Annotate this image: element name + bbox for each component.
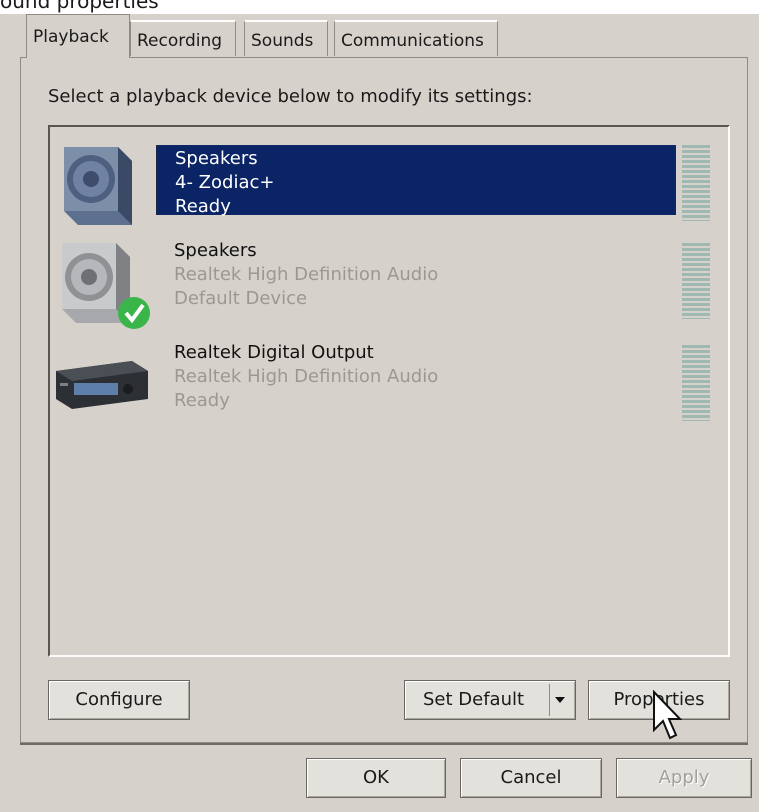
cancel-button[interactable]: Cancel xyxy=(460,758,602,798)
device-status: Default Device xyxy=(174,288,308,309)
speaker-default-icon xyxy=(62,243,150,329)
mouse-cursor-icon xyxy=(653,690,682,740)
configure-button[interactable]: Configure xyxy=(48,680,190,720)
tab-playback[interactable]: Playback xyxy=(26,14,130,58)
device-list[interactable]: Speakers 4- Zodiac+ Ready Speakers Realt… xyxy=(48,125,730,657)
panel-divider xyxy=(20,743,748,745)
tab-communications[interactable]: Communications xyxy=(334,20,498,56)
device-row-digital-output[interactable]: Realtek Digital Output Realtek High Defi… xyxy=(50,341,728,441)
set-default-label: Set Default xyxy=(423,689,525,710)
device-label: Realtek Digital Output Realtek High Defi… xyxy=(174,341,438,413)
device-description: Realtek High Definition Audio xyxy=(174,366,439,387)
ok-button[interactable]: OK xyxy=(306,758,446,798)
instruction-text: Select a playback device below to modify… xyxy=(48,86,533,107)
chevron-down-icon[interactable] xyxy=(555,697,565,703)
device-name: Realtek Digital Output xyxy=(174,342,374,363)
device-name: Speakers xyxy=(175,148,258,169)
device-label: Speakers Realtek High Definition Audio D… xyxy=(174,239,438,311)
digital-output-icon xyxy=(56,361,148,409)
device-name: Speakers xyxy=(174,240,257,261)
device-description: 4- Zodiac+ xyxy=(175,172,275,193)
device-status: Ready xyxy=(175,196,231,217)
set-default-button[interactable]: Set Default xyxy=(404,680,576,720)
device-row-speakers-zodiac[interactable]: Speakers 4- Zodiac+ Ready xyxy=(50,145,728,245)
split-divider xyxy=(549,684,550,716)
volume-level-meter xyxy=(682,345,710,421)
tab-recording[interactable]: Recording xyxy=(130,20,236,56)
speaker-icon xyxy=(64,147,132,225)
window-title: ound properties xyxy=(0,0,159,13)
device-status: Ready xyxy=(174,390,230,411)
apply-button[interactable]: Apply xyxy=(616,758,752,798)
volume-level-meter xyxy=(682,145,710,221)
volume-level-meter xyxy=(682,243,710,319)
title-bar-strip: ound properties xyxy=(0,0,759,14)
device-row-speakers-realtek[interactable]: Speakers Realtek High Definition Audio D… xyxy=(50,239,728,339)
device-label: Speakers 4- Zodiac+ Ready xyxy=(156,145,676,217)
tab-sounds[interactable]: Sounds xyxy=(244,20,328,56)
device-description: Realtek High Definition Audio xyxy=(174,264,439,285)
